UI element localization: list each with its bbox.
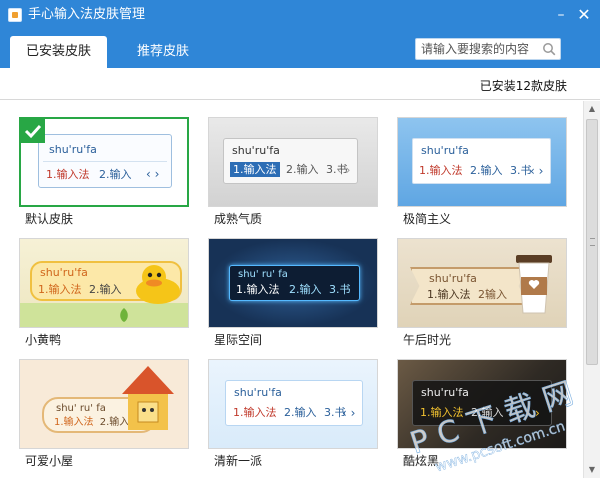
house-icon — [122, 366, 174, 430]
skin-name: 星际空间 — [214, 333, 263, 347]
window-title: 手心输入法皮肤管理 — [28, 7, 146, 22]
skin-card-fresh[interactable]: shu'ru'fa 1.输入法 2.输入 3.书 ‹ › 清新一派 — [208, 359, 378, 475]
window-chrome: 手心输入法皮肤管理 – ✕ 已安装皮肤 推荐皮肤 — [0, 0, 600, 68]
scroll-up-arrow-icon[interactable]: ▲ — [584, 101, 600, 117]
skin-name: 可爱小屋 — [25, 454, 74, 468]
skin-name: 小黄鸭 — [25, 333, 62, 347]
skin-thumbnail[interactable]: shu'ru'fa 1.输入法 2.输入 ‹ › — [19, 117, 189, 207]
skin-thumbnail[interactable]: shu'ru'fa 1.输入法 2.输入 3.书 ‹ › — [208, 117, 378, 207]
skin-thumbnail[interactable]: shu' ru' fa 1.输入法 2.输入 3.书 — [208, 238, 378, 328]
skin-card-interstellar[interactable]: shu' ru' fa 1.输入法 2.输入 3.书 星际空间 — [208, 238, 378, 354]
selected-check-badge — [21, 119, 45, 143]
leaf-icon — [120, 308, 128, 322]
skin-card-yellow-duck[interactable]: shu'ru'fa 1.输入法 2.输入 小黄鸭 — [19, 238, 189, 354]
skin-thumbnail[interactable]: shu'ru'fa 1.输入法 2.输入 3.书 ‹ › — [397, 117, 567, 207]
skin-grid: shu'ru'fa 1.输入法 2.输入 ‹ › 默认皮肤 shu'ru'fa — [0, 101, 582, 478]
tab-recommended-skins[interactable]: 推荐皮肤 — [118, 36, 208, 68]
skin-thumbnail[interactable]: shu'ru'fa 1.输入法 2.输入 › — [397, 359, 567, 449]
search-input[interactable] — [416, 39, 540, 59]
skin-thumbnail[interactable]: shu'ru'fa 1.输入法 2输入 — [397, 238, 567, 328]
skin-name: 午后时光 — [403, 333, 452, 347]
search-icon[interactable] — [542, 42, 556, 56]
skin-card-afternoon[interactable]: shu'ru'fa 1.输入法 2输入 午后时光 — [397, 238, 567, 354]
skin-name: 成熟气质 — [214, 212, 263, 226]
skin-card-mature[interactable]: shu'ru'fa 1.输入法 2.输入 3.书 ‹ › 成熟气质 — [208, 117, 378, 233]
skin-card-cool-black[interactable]: shu'ru'fa 1.输入法 2.输入 › 酷炫黑 — [397, 359, 567, 475]
skin-name: 极简主义 — [403, 212, 452, 226]
app-icon — [8, 8, 22, 22]
title-bar: 手心输入法皮肤管理 – ✕ — [0, 0, 600, 30]
coffee-cup-icon — [516, 255, 552, 314]
vertical-scrollbar[interactable]: ▲ ▼ — [583, 101, 600, 478]
search-box — [415, 38, 561, 60]
duck-icon — [136, 265, 180, 304]
check-icon — [24, 124, 42, 139]
skin-name: 默认皮肤 — [25, 212, 74, 226]
status-bar: 已安装12款皮肤 — [0, 68, 600, 100]
skin-thumbnail[interactable]: shu'ru'fa 1.输入法 2.输入 — [19, 238, 189, 328]
skin-card-minimal[interactable]: shu'ru'fa 1.输入法 2.输入 3.书 ‹ › 极简主义 — [397, 117, 567, 233]
installed-count: 已安装12款皮肤 — [479, 79, 567, 93]
skin-thumbnail[interactable]: shu' ru' fa 1.输入法 2.输入 — [19, 359, 189, 449]
skin-thumbnail[interactable]: shu'ru'fa 1.输入法 2.输入 3.书 ‹ › — [208, 359, 378, 449]
skin-card-default[interactable]: shu'ru'fa 1.输入法 2.输入 ‹ › 默认皮肤 — [19, 117, 189, 233]
scrollbar-thumb[interactable] — [586, 119, 598, 365]
skin-name: 酷炫黑 — [403, 454, 440, 468]
tab-installed-skins[interactable]: 已安装皮肤 — [10, 36, 107, 68]
skin-card-cute-house[interactable]: shu' ru' fa 1.输入法 2.输入 可爱小屋 — [19, 359, 189, 475]
skin-name: 清新一派 — [214, 454, 263, 468]
minimize-button[interactable]: – — [551, 5, 571, 25]
close-button[interactable]: ✕ — [574, 5, 594, 25]
scroll-down-arrow-icon[interactable]: ▼ — [584, 462, 600, 478]
